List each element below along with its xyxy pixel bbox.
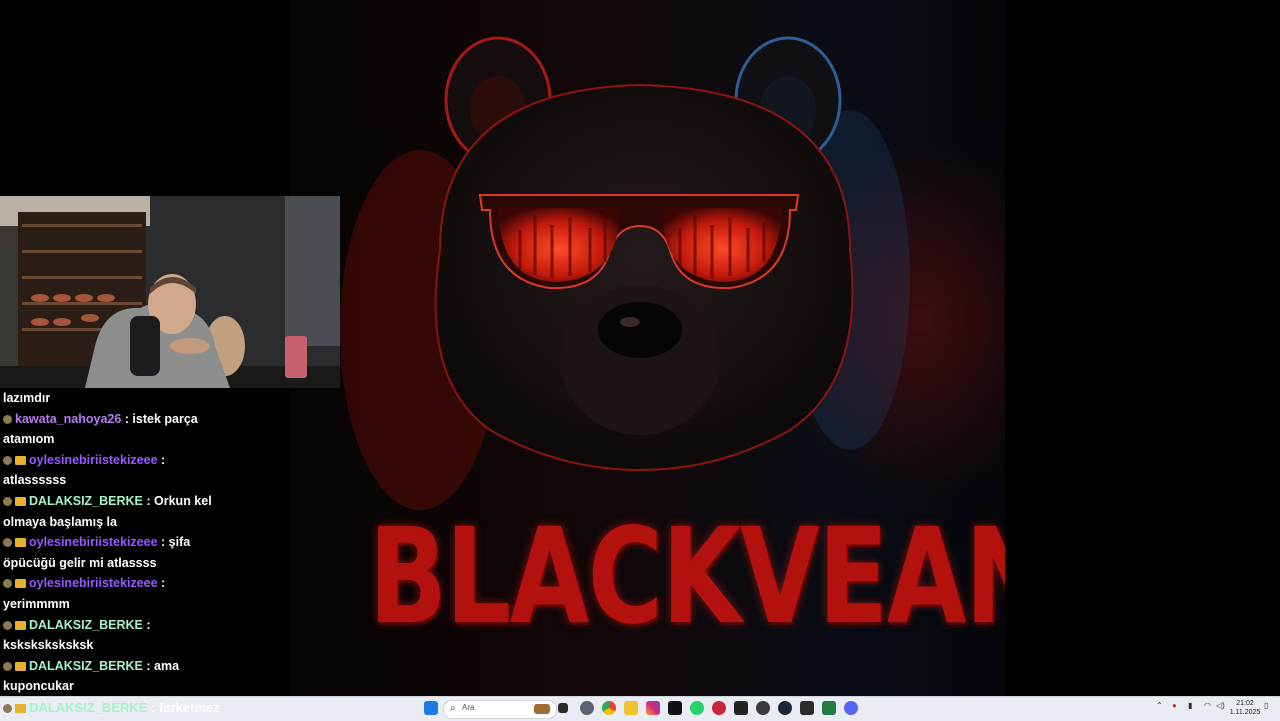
store-icon[interactable] [800, 701, 814, 715]
search-placeholder: Ara [462, 703, 475, 712]
chat-message: DALAKSIZ_BERKE : Orkun kel olmaya başlam… [0, 491, 218, 532]
settings-icon[interactable] [580, 701, 594, 715]
system-clock[interactable]: 21:02 1.11.2025 [1228, 699, 1262, 717]
notification-icon[interactable]: ▯ [1264, 701, 1268, 710]
chat-message: DALAKSIZ_BERKE : ksksksksksksk [0, 615, 218, 656]
chat-message: oylesinebiriistekizeee : şifa öpücüğü ge… [0, 532, 218, 573]
tray-app-icon[interactable]: ● [1172, 701, 1177, 710]
chat-overlay: lazımdır kawata_nahoya26 : istek parça a… [0, 388, 290, 696]
sub-badge-icon [3, 620, 12, 630]
crown-badge-icon [15, 579, 26, 589]
tiktok-icon[interactable] [668, 701, 682, 715]
sub-badge-icon [3, 661, 12, 671]
crown-badge-icon [15, 661, 26, 671]
search-icon: ⌕ [450, 703, 456, 714]
chat-username: DALAKSIZ_BERKE [29, 493, 143, 508]
chat-message: DALAKSIZ_BERKE : ama kuponcukar [0, 656, 218, 696]
sub-badge-icon [3, 579, 12, 589]
chat-message: oylesinebiriistekizeee : yerimmmm [0, 573, 218, 614]
clock-time: 21:02 [1236, 700, 1254, 707]
start-icon[interactable] [424, 701, 438, 715]
chat-username: oylesinebiriistekizeee [29, 452, 158, 467]
microphone-icon[interactable]: ▮ [1188, 701, 1192, 710]
stream-canvas: BLACKVEAN lazımdır kawata_nahoya26: ist… [0, 0, 1280, 696]
chat-message: oylesinebiriistekizeee : atlassssss [0, 450, 218, 491]
chat-username: oylesinebiriistekizeee [29, 576, 158, 591]
chat-message: lazımdır [0, 388, 218, 409]
search-highlight-icon [534, 704, 550, 714]
sub-badge-icon [3, 704, 12, 713]
volume-icon[interactable]: ◁) [1216, 701, 1225, 710]
chat-text: : farketmez [151, 700, 220, 715]
file-explorer-icon[interactable] [624, 701, 638, 715]
chat-username: kawata_nahoya26 [15, 411, 122, 426]
chat-username: DALAKSIZ_BERKE [29, 617, 143, 632]
crown-badge-icon [15, 704, 26, 713]
crown-badge-icon [15, 455, 26, 465]
capcut-icon[interactable] [734, 701, 748, 715]
crown-badge-icon [15, 496, 26, 506]
steam-icon[interactable] [778, 701, 792, 715]
discord-icon[interactable] [844, 701, 858, 715]
clock-date: 1.11.2025 [1229, 709, 1261, 716]
wifi-icon[interactable]: ◠ [1204, 701, 1211, 710]
chevron-up-icon[interactable]: ⌃ [1156, 701, 1163, 710]
crown-badge-icon [15, 538, 26, 548]
instagram-icon[interactable] [646, 701, 660, 715]
chat-message: kawata_nahoya26 : istek parça atamıom [0, 409, 218, 450]
crown-badge-icon [15, 620, 26, 630]
chrome-icon[interactable] [602, 701, 616, 715]
chat-message-bottom: DALAKSIZ_BERKE : farketmez [0, 698, 220, 718]
webcam-image [0, 196, 340, 388]
webcam-feed [0, 196, 340, 388]
sub-badge-icon [3, 414, 12, 424]
app-icon[interactable] [712, 701, 726, 715]
chat-username: DALAKSIZ_BERKE [29, 700, 148, 715]
chat-username: oylesinebiriistekizeee [29, 535, 158, 550]
task-view-icon[interactable] [558, 703, 568, 713]
sub-badge-icon [3, 455, 12, 465]
search-box[interactable]: ⌕ Ara [443, 700, 557, 719]
chat-text: lazımdır [3, 391, 51, 405]
excel-icon[interactable] [822, 701, 836, 715]
chatgpt-icon[interactable] [756, 701, 770, 715]
whatsapp-icon[interactable] [690, 701, 704, 715]
sub-badge-icon [3, 538, 12, 548]
chat-username: DALAKSIZ_BERKE [29, 658, 143, 673]
sub-badge-icon [3, 496, 12, 506]
bear-artwork: BLACKVEAN [290, 0, 1005, 696]
brand-title: BLACKVEAN [368, 500, 1005, 654]
